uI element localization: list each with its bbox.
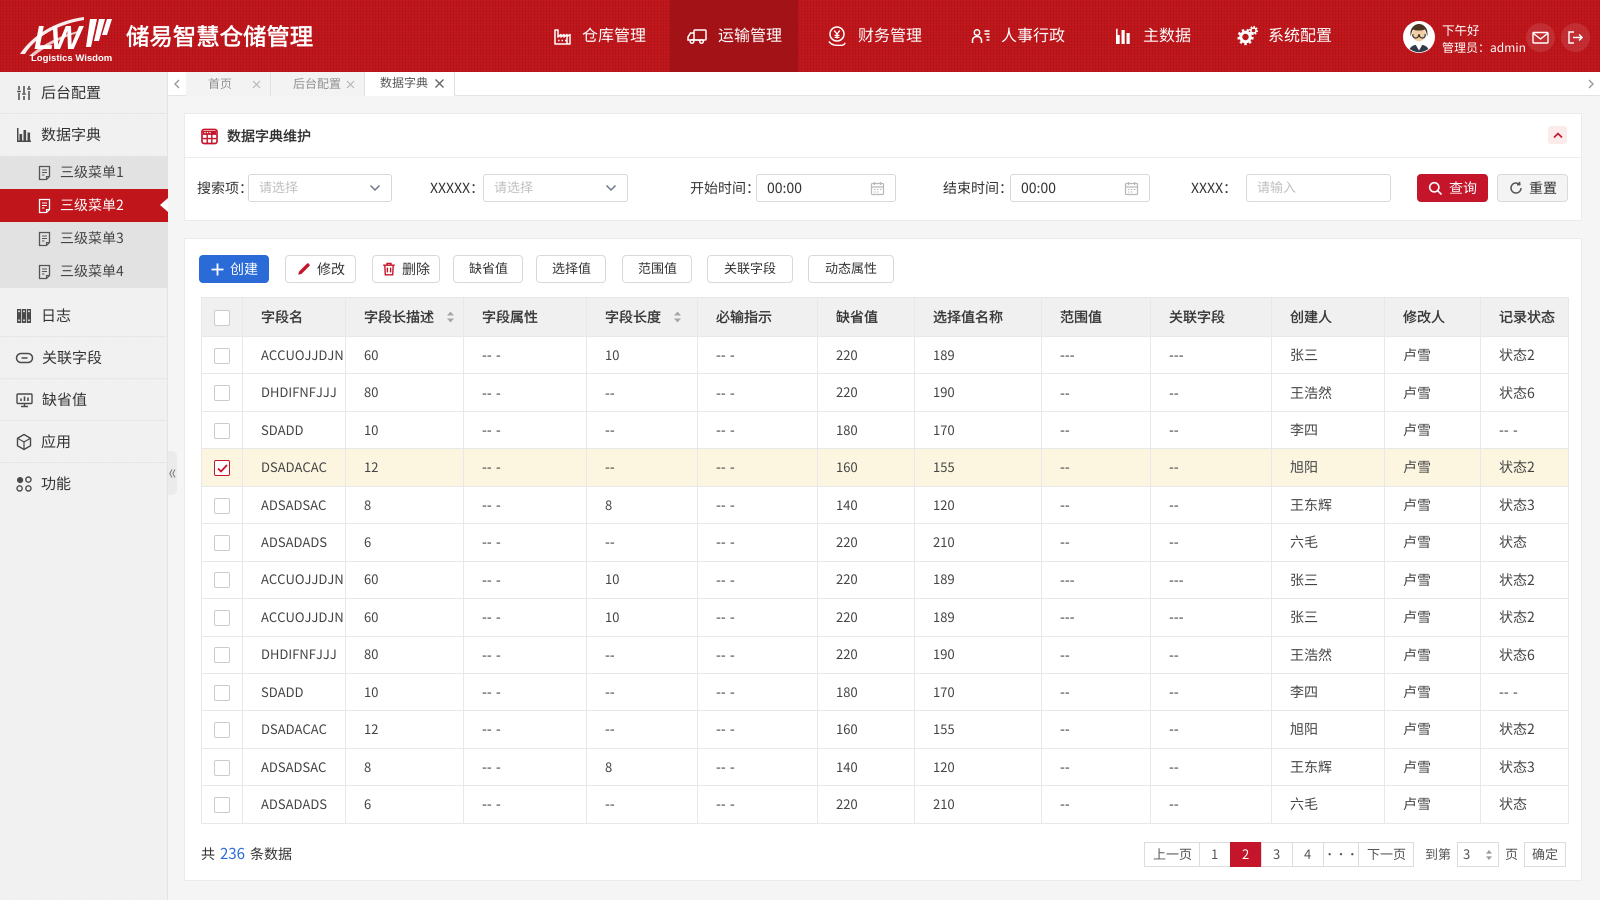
svg-text:LW: LW [34,19,84,56]
svg-text:Logistics Wisdom: Logistics Wisdom [31,53,112,64]
